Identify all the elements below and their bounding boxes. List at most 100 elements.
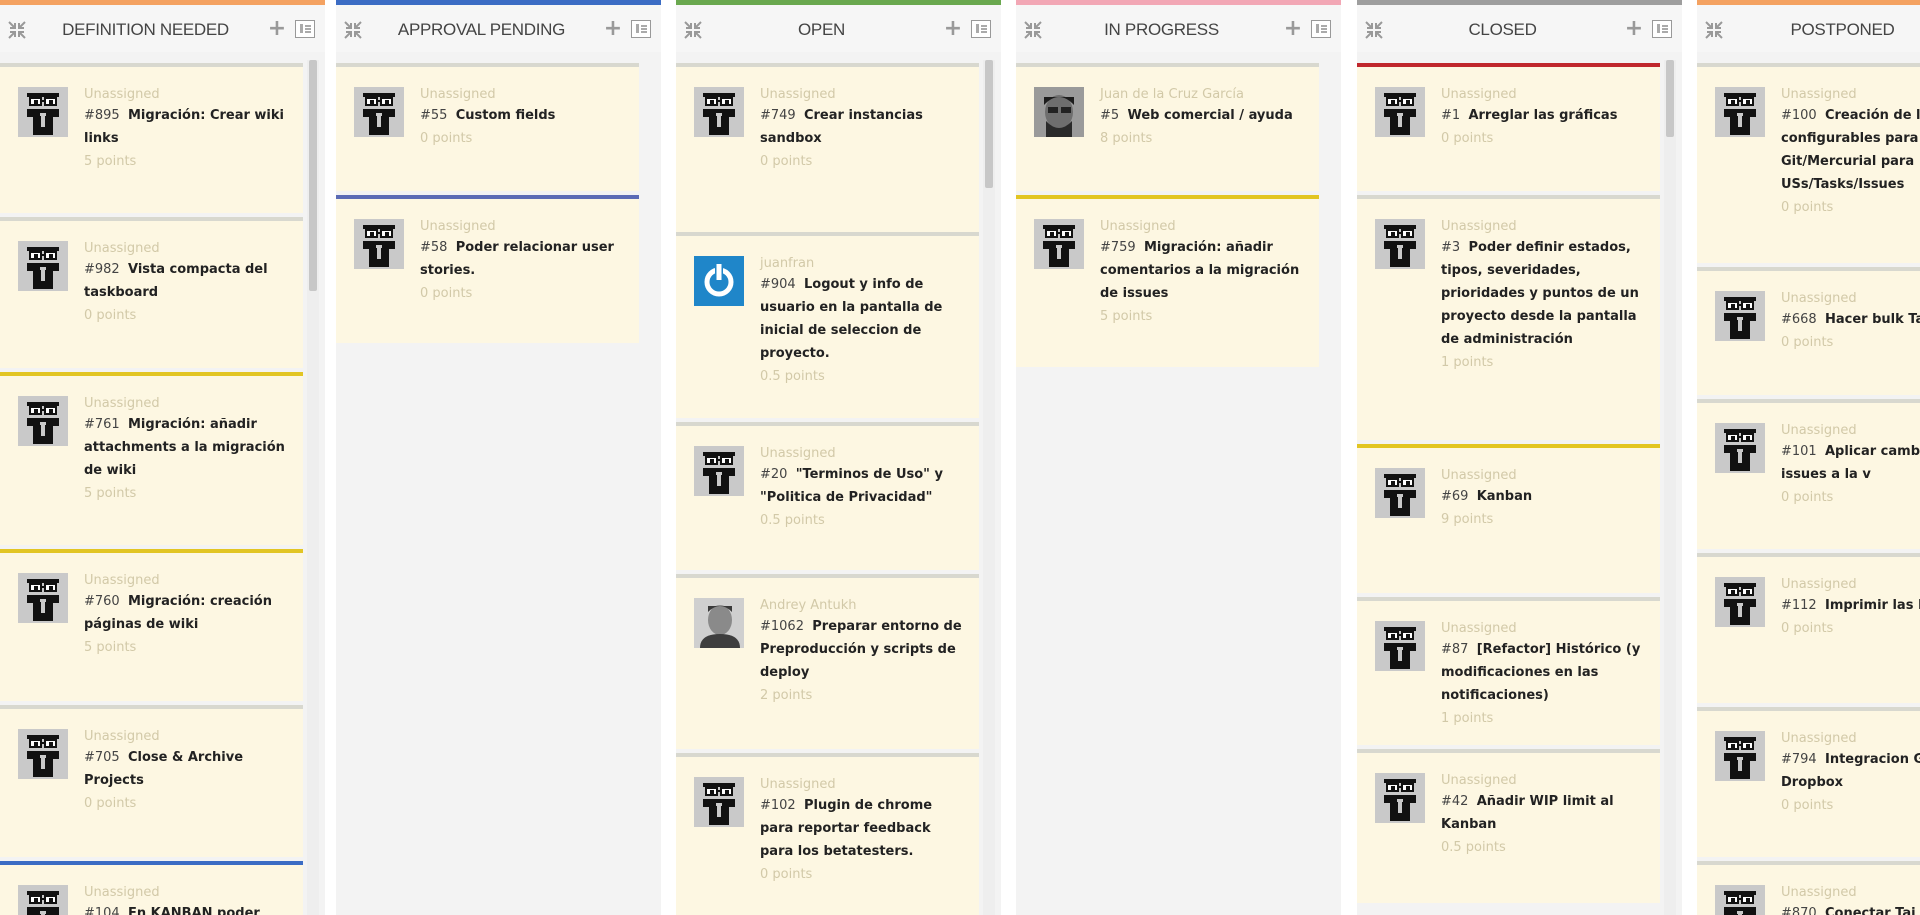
card-title[interactable]: #87 [Refactor] Histórico (y modificacion… — [1441, 638, 1646, 707]
assignee-avatar[interactable] — [354, 87, 404, 137]
scrollbar-thumb[interactable] — [985, 60, 993, 188]
add-card-icon[interactable]: + — [1624, 18, 1644, 40]
add-card-icon[interactable]: + — [603, 18, 623, 40]
user-story-card[interactable]: Unassigned #794 Integracion Google y Drop… — [1697, 707, 1920, 857]
card-title[interactable]: #705 Close & Archive Projects — [84, 746, 289, 792]
card-title[interactable]: #100 Creación de l configurables para Gi… — [1781, 104, 1920, 196]
assignee-avatar[interactable] — [18, 729, 68, 779]
assignee-avatar[interactable] — [1375, 621, 1425, 671]
card-title[interactable]: #982 Vista compacta del taskboard — [84, 258, 289, 304]
card-title[interactable]: #5 Web comercial / ayuda — [1100, 104, 1305, 127]
user-story-card[interactable]: Unassigned #870 Conectar Tai — [1697, 861, 1920, 915]
card-title[interactable]: #3 Poder definir estados, tipos, severid… — [1441, 236, 1646, 351]
card-title[interactable]: #668 Hacer bulk Ta — [1781, 308, 1920, 331]
assignee-avatar[interactable] — [1375, 219, 1425, 269]
card-title[interactable]: #112 Imprimir las Kanban — [1781, 594, 1920, 617]
card-title[interactable]: #69 Kanban — [1441, 485, 1646, 508]
user-story-card[interactable]: juanfran #904 Logout y info de usuario en… — [676, 232, 979, 418]
bulk-insert-icon[interactable] — [971, 20, 991, 38]
assignee-avatar[interactable] — [1375, 773, 1425, 823]
card-title[interactable]: #102 Plugin de chrome para reportar feed… — [760, 794, 965, 863]
column-scrollbar[interactable] — [1664, 60, 1676, 915]
card-title[interactable]: #55 Custom fields — [420, 104, 625, 127]
user-story-card[interactable]: Unassigned #104 En KANBAN poder — [0, 861, 303, 915]
assignee-avatar[interactable] — [694, 446, 744, 496]
assignee-avatar[interactable] — [694, 87, 744, 137]
assignee-avatar[interactable] — [1375, 87, 1425, 137]
assignee-avatar[interactable] — [18, 241, 68, 291]
card-title[interactable]: #794 Integracion Google y Dropbox — [1781, 748, 1920, 794]
user-story-card[interactable]: Unassigned #759 Migración: añadir comenta… — [1016, 195, 1319, 367]
assignee-avatar[interactable] — [18, 885, 68, 915]
user-story-card[interactable]: Unassigned #1 Arreglar las gráficas 0 poin… — [1357, 63, 1660, 191]
column-scrollbar[interactable] — [983, 60, 995, 915]
assignee-avatar[interactable] — [354, 219, 404, 269]
assignee-avatar[interactable] — [1715, 87, 1765, 137]
card-title[interactable]: #759 Migración: añadir comentarios a la … — [1100, 236, 1305, 305]
user-story-card[interactable]: Unassigned #58 Poder relacionar user stor… — [336, 195, 639, 343]
assignee-avatar[interactable] — [694, 256, 744, 306]
assignee-avatar[interactable] — [694, 598, 744, 648]
user-story-card[interactable]: Unassigned #112 Imprimir las Kanban 0 poin… — [1697, 553, 1920, 703]
user-story-card[interactable]: Unassigned #705 Close & Archive Projects 0… — [0, 705, 303, 857]
assignee-avatar[interactable] — [1715, 291, 1765, 341]
card-title[interactable]: #101 Aplicar camb varias issues a la v — [1781, 440, 1920, 486]
bulk-insert-icon[interactable] — [1652, 20, 1672, 38]
fold-column-icon[interactable] — [1703, 19, 1725, 41]
user-story-card[interactable]: Andrey Antukh #1062 Preparar entorno de P… — [676, 574, 979, 749]
fold-column-icon[interactable] — [682, 19, 704, 41]
bulk-insert-icon[interactable] — [1311, 20, 1331, 38]
user-story-card[interactable]: Unassigned #20 "Terminos de Uso" y "Polit… — [676, 422, 979, 570]
card-title[interactable]: #42 Añadir WIP limit al Kanban — [1441, 790, 1646, 836]
fold-column-icon[interactable] — [342, 19, 364, 41]
card-title[interactable]: #761 Migración: añadir attachments a la … — [84, 413, 289, 482]
assignee-avatar[interactable] — [18, 573, 68, 623]
user-story-card[interactable]: Unassigned #87 [Refactor] Histórico (y mo… — [1357, 597, 1660, 745]
user-story-card[interactable]: Unassigned #668 Hacer bulk Ta 0 points — [1697, 267, 1920, 395]
add-card-icon[interactable]: + — [1283, 18, 1303, 40]
scrollbar-thumb[interactable] — [309, 60, 317, 291]
user-story-card[interactable]: Unassigned #55 Custom fields 0 points — [336, 63, 639, 191]
assignee-avatar[interactable] — [1715, 577, 1765, 627]
card-title[interactable]: #904 Logout y info de usuario en la pant… — [760, 273, 965, 365]
user-story-card[interactable]: Unassigned #895 Migración: Crear wiki lin… — [0, 63, 303, 213]
user-story-card[interactable]: Juan de la Cruz García #5 Web comercial /… — [1016, 63, 1319, 191]
assignee-avatar[interactable] — [1034, 87, 1084, 137]
assignee-avatar[interactable] — [18, 396, 68, 446]
user-story-card[interactable]: Unassigned #760 Migración: creación págin… — [0, 549, 303, 701]
add-card-icon[interactable]: + — [267, 18, 287, 40]
user-story-card[interactable]: Unassigned #982 Vista compacta del taskbo… — [0, 217, 303, 368]
card-title[interactable]: #1062 Preparar entorno de Preproducción … — [760, 615, 965, 684]
fold-column-icon[interactable] — [6, 19, 28, 41]
card-title[interactable]: #20 "Terminos de Uso" y "Politica de Pri… — [760, 463, 965, 509]
add-card-icon[interactable]: + — [943, 18, 963, 40]
user-story-card[interactable]: Unassigned #42 Añadir WIP limit al Kanban… — [1357, 749, 1660, 903]
fold-column-icon[interactable] — [1363, 19, 1385, 41]
scrollbar-thumb[interactable] — [1666, 60, 1674, 137]
user-story-card[interactable]: Unassigned #101 Aplicar camb varias issue… — [1697, 399, 1920, 549]
user-story-card[interactable]: Unassigned #749 Crear instancias sandbox 0… — [676, 63, 979, 233]
bulk-insert-icon[interactable] — [631, 20, 651, 38]
card-title[interactable]: #895 Migración: Crear wiki links — [84, 104, 289, 150]
assignee-avatar[interactable] — [18, 87, 68, 137]
assignee-avatar[interactable] — [694, 777, 744, 827]
user-story-card[interactable]: Unassigned #69 Kanban 9 points — [1357, 444, 1660, 593]
column-scrollbar[interactable] — [307, 60, 319, 915]
user-story-card[interactable]: Unassigned #761 Migración: añadir attachm… — [0, 372, 303, 545]
assignee-avatar[interactable] — [1715, 423, 1765, 473]
user-story-card[interactable]: Unassigned #3 Poder definir estados, tipo… — [1357, 195, 1660, 440]
assignee-avatar[interactable] — [1715, 731, 1765, 781]
assignee-avatar[interactable] — [1034, 219, 1084, 269]
card-title[interactable]: #104 En KANBAN poder — [84, 902, 289, 915]
fold-column-icon[interactable] — [1022, 19, 1044, 41]
card-title[interactable]: #760 Migración: creación páginas de wiki — [84, 590, 289, 636]
bulk-insert-icon[interactable] — [295, 20, 315, 38]
user-story-card[interactable]: Unassigned #100 Creación de l configurabl… — [1697, 63, 1920, 263]
card-title[interactable]: #870 Conectar Tai — [1781, 902, 1920, 915]
user-story-card[interactable]: Unassigned #102 Plugin de chrome para rep… — [676, 753, 979, 915]
assignee-avatar[interactable] — [1715, 885, 1765, 915]
card-title[interactable]: #58 Poder relacionar user stories. — [420, 236, 625, 282]
assignee-avatar[interactable] — [1375, 468, 1425, 518]
card-title[interactable]: #1 Arreglar las gráficas — [1441, 104, 1646, 127]
card-title[interactable]: #749 Crear instancias sandbox — [760, 104, 965, 150]
